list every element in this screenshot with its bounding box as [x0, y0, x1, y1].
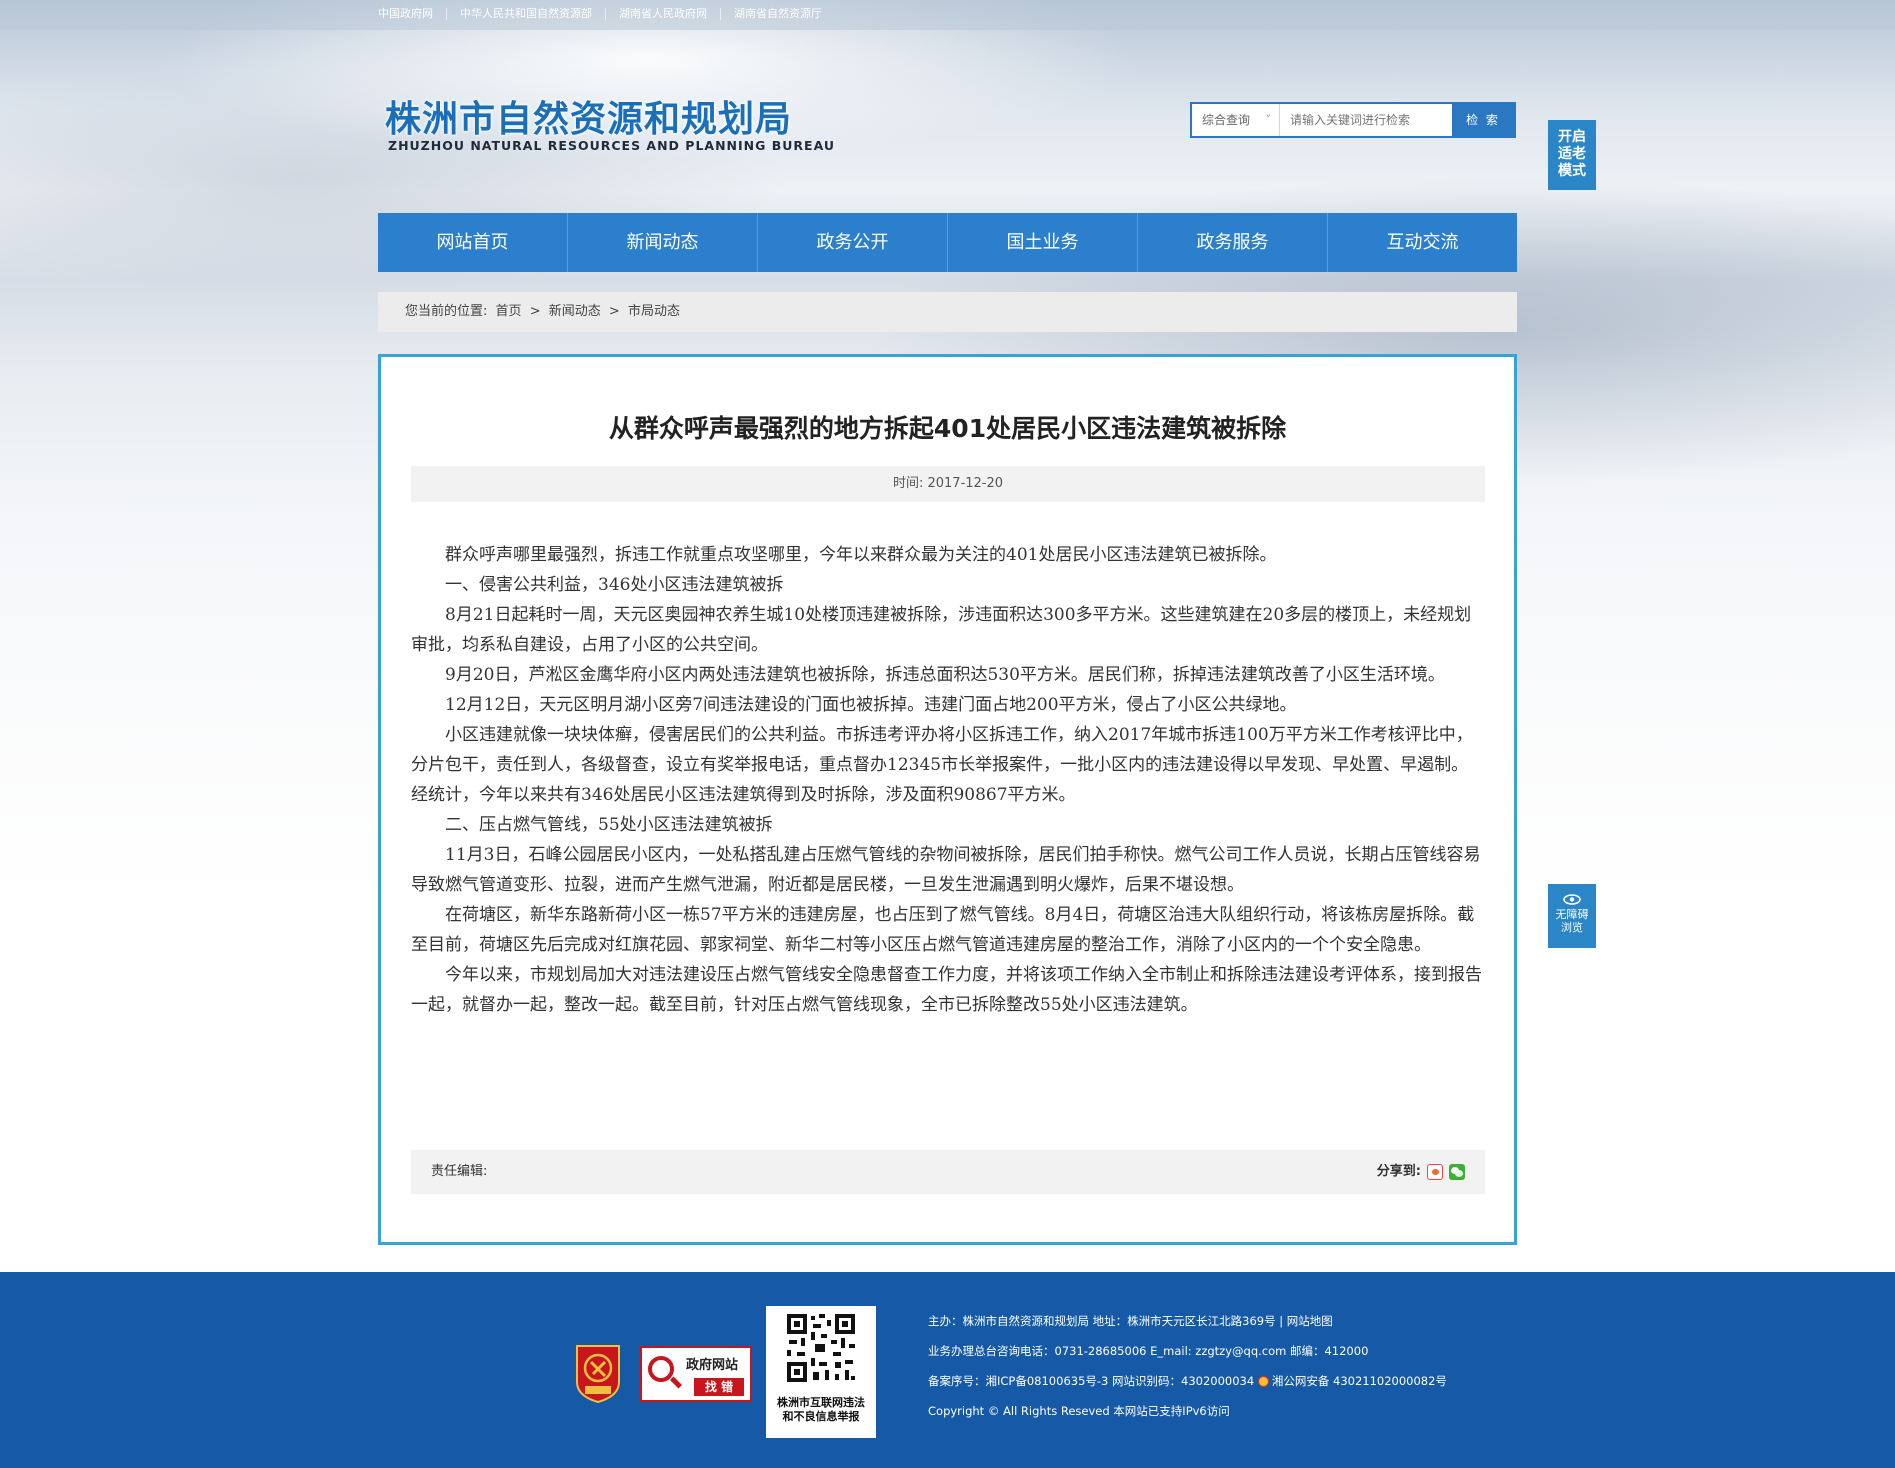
elder-mode-line: 适老 [1558, 146, 1586, 162]
breadcrumb-home[interactable]: 首页 [496, 304, 522, 319]
search-bar: 综合查询 ˅ 检 索 [1190, 102, 1516, 138]
footer-icp-record[interactable]: 备案序号：湘ICP备08100635号-3 网站识别码：4302000034 [928, 1374, 1254, 1388]
nav-item-news[interactable]: 新闻动态 [568, 213, 758, 272]
gov-badge-action: 找 错 [694, 1378, 744, 1396]
magnifier-handle [669, 1376, 683, 1389]
search-scope-label: 综合查询 [1202, 113, 1251, 127]
breadcrumb-city-news[interactable]: 市局动态 [628, 304, 680, 319]
article-paragraph: 群众呼声哪里最强烈，拆违工作就重点攻坚哪里，今年以来群众最为关注的401处居民小… [445, 545, 1277, 565]
share-group: 分享到: [1377, 1150, 1465, 1194]
gov-site-error-report-badge[interactable]: 政府网站 找 错 [640, 1346, 752, 1402]
share-label: 分享到: [1376, 1164, 1421, 1179]
breadcrumb-label: 您当前的位置: [405, 304, 488, 319]
editor-label: 责任编辑: [431, 1164, 488, 1179]
footer-record-line: 备案序号：湘ICP备08100635号-3 网站识别码：4302000034 湘… [928, 1366, 1447, 1396]
search-scope-select[interactable]: 综合查询 ˅ [1192, 104, 1280, 136]
top-links: 中国政府网 中华人民共和国自然资源部 湖南省人民政府网 湖南省自然资源厅 [378, 8, 835, 20]
chevron-down-icon: ˅ [1265, 113, 1272, 126]
qr-caption-line: 株洲市互联网违法 [777, 1396, 865, 1409]
breadcrumb: 您当前的位置: 首页 > 新闻动态 > 市局动态 [378, 292, 1517, 332]
article-paragraph: 一、侵害公共利益，346处小区违法建筑被拆 [445, 575, 784, 595]
article-body: 群众呼声哪里最强烈，拆违工作就重点攻坚哪里，今年以来群众最为关注的401处居民小… [411, 540, 1485, 1020]
top-link-mnr[interactable]: 中华人民共和国自然资源部 [446, 8, 605, 20]
party-emblem-icon[interactable] [571, 1342, 625, 1404]
article-title: 从群众呼声最强烈的地方拆起401处居民小区违法建筑被拆除 [608, 414, 1287, 443]
barrier-free-line: 无障碍 [1555, 908, 1589, 921]
breadcrumb-separator: > [608, 304, 620, 319]
qr-code-icon [785, 1312, 857, 1384]
eye-icon [1563, 894, 1581, 905]
top-link-hunan-nr[interactable]: 湖南省自然资源厅 [720, 8, 835, 20]
nav-item-interaction[interactable]: 互动交流 [1328, 213, 1517, 272]
site-logo-subtitle: ZHUZHOU NATURAL RESOURCES AND PLANNING B… [388, 138, 836, 153]
article-panel: 从群众呼声最强烈的地方拆起401处居民小区违法建筑被拆除 时间: 2017-12… [378, 354, 1517, 1245]
top-link-hunan-gov[interactable]: 湖南省人民政府网 [605, 8, 720, 20]
barrier-free-button[interactable]: 无障碍 浏览 [1548, 884, 1596, 948]
search-input[interactable] [1280, 104, 1452, 136]
nav-item-gov-service[interactable]: 政务服务 [1138, 213, 1328, 272]
report-qr-code[interactable]: 株洲市互联网违法 和不良信息举报 [766, 1306, 876, 1438]
search-button[interactable]: 检 索 [1452, 104, 1514, 136]
wechat-icon[interactable] [1449, 1164, 1465, 1180]
footer-contact-line: 业务办理总台咨询电话：0731-28685006 E_mail: zzgtzy@… [928, 1344, 1369, 1358]
article-paragraph: 今年以来，市规划局加大对违法建设压占燃气管线安全隐患督查工作力度，并将该项工作纳… [411, 965, 1482, 1015]
article-paragraph: 二、压占燃气管线，55处小区违法建筑被拆 [445, 815, 773, 835]
elder-mode-line: 开启 [1558, 129, 1586, 145]
nav-item-gov-info[interactable]: 政务公开 [758, 213, 948, 272]
article-date: 时间: 2017-12-20 [411, 466, 1485, 502]
article-paragraph: 11月3日，石峰公园居民小区内，一处私搭乱建占压燃气管线的杂物间被拆除，居民们拍… [411, 845, 1481, 895]
article-paragraph: 在荷塘区，新华东路新荷小区一栋57平方米的违建房屋，也占压到了燃气管线。8月4日… [411, 905, 1475, 955]
top-link-gov[interactable]: 中国政府网 [378, 8, 446, 20]
article-footer-bar: 责任编辑: 分享到: [411, 1150, 1485, 1194]
article-paragraph: 8月21日起耗时一周，天元区奥园神农养生城10处楼顶违建被拆除，涉违面积达300… [411, 605, 1472, 655]
footer-sponsor-line: 主办：株洲市自然资源和规划局 地址：株洲市天元区长江北路369号 | 网站地图 [928, 1314, 1333, 1328]
article-paragraph: 9月20日，芦淞区金鹰华府小区内两处违法建筑也被拆除，拆违总面积达530平方米。… [445, 665, 1445, 685]
footer-info: 主办：株洲市自然资源和规划局 地址：株洲市天元区长江北路369号 | 网站地图 … [928, 1306, 1447, 1426]
footer-police-record[interactable]: 湘公网安备 43021102000082号 [1272, 1374, 1447, 1388]
breadcrumb-separator: > [529, 304, 541, 319]
breadcrumb-news[interactable]: 新闻动态 [549, 304, 601, 319]
footer-copyright-line: Copyright © All Rights Reseved 本网站已支持IPv… [928, 1404, 1230, 1418]
article-paragraph: 小区违建就像一块块体癣，侵害居民们的公共利益。市拆违考评办将小区拆违工作，纳入2… [411, 725, 1473, 805]
elder-mode-line: 模式 [1558, 163, 1586, 179]
article-paragraph: 12月12日，天元区明月湖小区旁7间违法建设的门面也被拆掉。违建门面占地200平… [445, 695, 1297, 715]
nav-item-land-business[interactable]: 国土业务 [948, 213, 1138, 272]
elder-mode-button[interactable]: 开启 适老 模式 [1548, 120, 1596, 190]
police-badge-icon [1257, 1376, 1269, 1387]
site-logo-title[interactable]: 株洲市自然资源和规划局 [385, 90, 792, 142]
weibo-icon[interactable] [1427, 1164, 1443, 1180]
top-link-bar [0, 0, 1895, 30]
nav-item-home[interactable]: 网站首页 [378, 213, 568, 272]
gov-badge-title: 政府网站 [686, 1358, 739, 1373]
qr-caption: 株洲市互联网违法 和不良信息举报 [766, 1396, 876, 1424]
barrier-free-line: 浏览 [1561, 921, 1583, 934]
main-nav: 网站首页 新闻动态 政务公开 国土业务 政务服务 互动交流 [378, 213, 1517, 272]
qr-caption-line: 和不良信息举报 [782, 1410, 860, 1423]
